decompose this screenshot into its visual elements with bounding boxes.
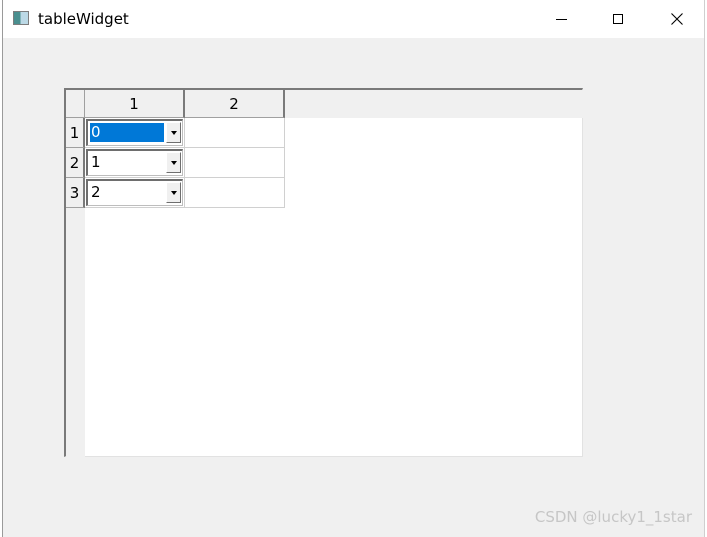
watermark-text: CSDN @lucky1_1star bbox=[534, 508, 692, 526]
title-bar[interactable]: tableWidget bbox=[3, 0, 704, 38]
combo-dropdown-button[interactable] bbox=[166, 152, 181, 173]
combo-box-row-1[interactable]: 0 bbox=[86, 119, 183, 146]
window-title: tableWidget bbox=[38, 10, 129, 28]
vertical-header-empty bbox=[66, 208, 85, 457]
chevron-down-icon bbox=[170, 130, 177, 135]
combo-box-row-3[interactable]: 2 bbox=[86, 179, 183, 206]
maximize-button[interactable] bbox=[595, 0, 641, 38]
table-cell-r1-c2[interactable] bbox=[185, 118, 285, 148]
combo-dropdown-button[interactable] bbox=[166, 182, 181, 203]
table-corner-button[interactable] bbox=[66, 90, 85, 118]
horizontal-header-empty bbox=[285, 90, 583, 118]
close-button[interactable] bbox=[654, 0, 700, 38]
maximize-icon bbox=[613, 14, 623, 24]
combo-box-row-2[interactable]: 1 bbox=[86, 149, 183, 176]
row-header-3[interactable]: 3 bbox=[66, 178, 85, 208]
combo-value[interactable]: 1 bbox=[90, 153, 164, 172]
table-cell-r3-c1[interactable]: 2 bbox=[85, 178, 185, 208]
table-cell-r2-c2[interactable] bbox=[185, 148, 285, 178]
app-window: tableWidget 1 2 1 2 3 0 1 2 CSDN @lucky1… bbox=[2, 0, 705, 537]
table-cell-r1-c1[interactable]: 0 bbox=[85, 118, 185, 148]
combo-value[interactable]: 0 bbox=[90, 123, 164, 142]
row-header-2[interactable]: 2 bbox=[66, 148, 85, 178]
row-header-1[interactable]: 1 bbox=[66, 118, 85, 148]
combo-dropdown-button[interactable] bbox=[166, 122, 181, 143]
chevron-down-icon bbox=[170, 160, 177, 165]
table-cell-r2-c1[interactable]: 1 bbox=[85, 148, 185, 178]
chevron-down-icon bbox=[170, 190, 177, 195]
close-icon bbox=[671, 13, 683, 25]
app-window-icon bbox=[13, 11, 29, 25]
combo-value[interactable]: 2 bbox=[90, 183, 164, 202]
column-header-1[interactable]: 1 bbox=[85, 90, 185, 118]
table-widget[interactable]: 1 2 1 2 3 0 1 2 bbox=[64, 88, 583, 457]
table-cell-r3-c2[interactable] bbox=[185, 178, 285, 208]
minimize-button[interactable] bbox=[538, 0, 584, 38]
column-header-2[interactable]: 2 bbox=[185, 90, 285, 118]
minimize-icon bbox=[555, 18, 567, 20]
